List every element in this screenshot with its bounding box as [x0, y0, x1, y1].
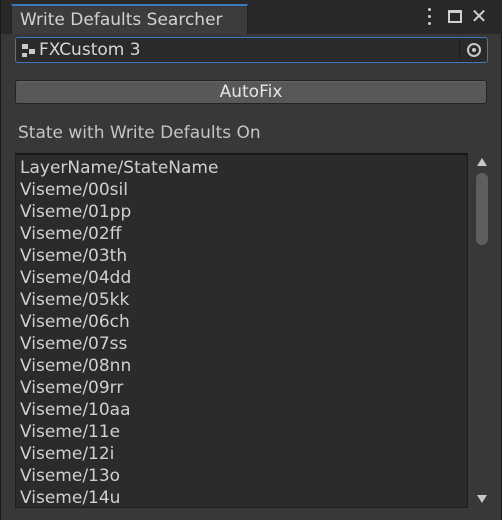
list-item[interactable]: Viseme/14u	[16, 487, 467, 507]
section-label: State with Write Defaults On	[18, 123, 261, 143]
list-item[interactable]: Viseme/08nn	[16, 355, 467, 377]
list-item[interactable]: Viseme/11e	[16, 421, 467, 443]
object-field-value: FXCustom 3	[39, 40, 141, 60]
scroll-up-arrow-icon[interactable]	[477, 158, 487, 166]
kebab-menu-icon[interactable]	[419, 5, 439, 27]
vertical-scrollbar[interactable]	[473, 153, 491, 508]
autofix-button[interactable]: AutoFix	[15, 80, 487, 104]
maximize-icon[interactable]	[445, 5, 465, 27]
animator-controller-icon	[22, 44, 36, 58]
scroll-thumb[interactable]	[476, 173, 488, 245]
list-item[interactable]: Viseme/13o	[16, 465, 467, 487]
tab-bar: Write Defaults Searcher ✕	[1, 0, 502, 34]
list-item[interactable]: Viseme/10aa	[16, 399, 467, 421]
list-item[interactable]: Viseme/00sil	[16, 179, 467, 201]
list-item[interactable]: Viseme/05kk	[16, 289, 467, 311]
list-item[interactable]: Viseme/03th	[16, 245, 467, 267]
list-item[interactable]: Viseme/01pp	[16, 201, 467, 223]
list-item[interactable]: Viseme/04dd	[16, 267, 467, 289]
editor-window: Write Defaults Searcher ✕ FXCustom 3 Aut…	[0, 0, 502, 520]
list-item[interactable]: Viseme/09rr	[16, 377, 467, 399]
list-item[interactable]: Viseme/02ff	[16, 223, 467, 245]
close-icon[interactable]: ✕	[469, 5, 489, 27]
list-item[interactable]: LayerName/StateName	[16, 157, 467, 179]
list-item[interactable]: Viseme/07ss	[16, 333, 467, 355]
list-item[interactable]: Viseme/06ch	[16, 311, 467, 333]
object-picker-icon[interactable]	[459, 38, 487, 62]
list-item[interactable]: Viseme/12i	[16, 443, 467, 465]
animator-controller-field[interactable]: FXCustom 3	[15, 37, 488, 63]
states-list[interactable]: LayerName/StateName Viseme/00sil Viseme/…	[15, 153, 468, 508]
scroll-down-arrow-icon[interactable]	[477, 495, 487, 503]
tab-title: Write Defaults Searcher	[20, 10, 223, 30]
tab-write-defaults-searcher[interactable]: Write Defaults Searcher	[11, 4, 248, 34]
